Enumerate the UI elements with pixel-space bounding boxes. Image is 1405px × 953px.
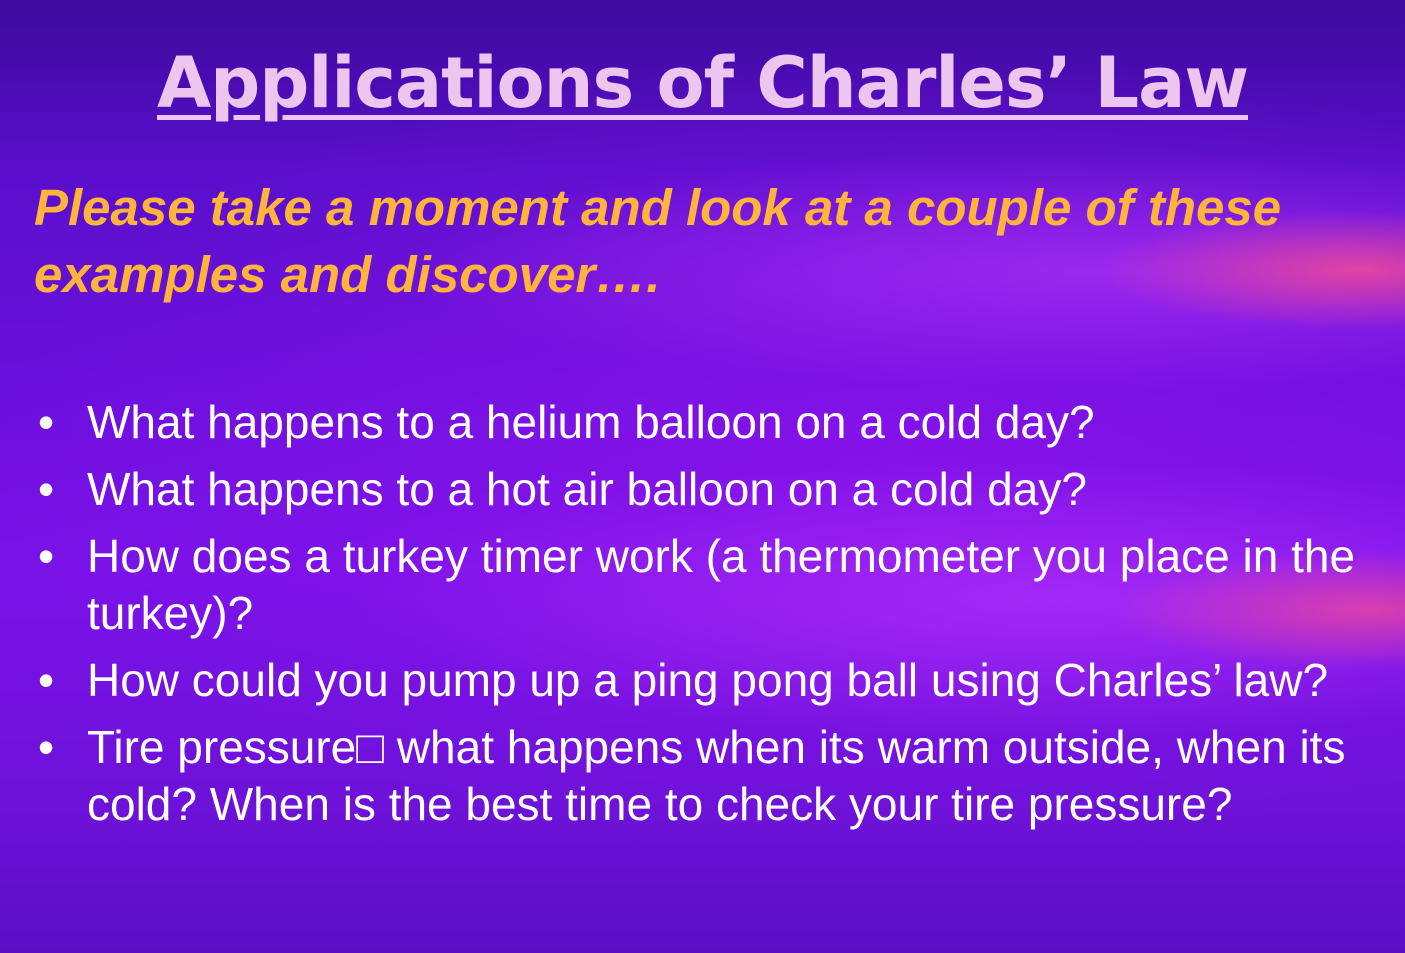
bullet-list: • What happens to a helium balloon on a … xyxy=(0,394,1405,843)
bullet-marker: • xyxy=(37,463,55,515)
bullet-item-tire-pressure: • Tire pressure□ what happens when its w… xyxy=(0,719,1405,833)
bullet-text: How does a turkey timer work (a thermome… xyxy=(87,530,1356,639)
bullet-text: What happens to a helium balloon on a co… xyxy=(87,396,1095,448)
bullet-item-ping-pong-ball: • How could you pump up a ping pong ball… xyxy=(0,652,1405,709)
bullet-item-turkey-timer: • How does a turkey timer work (a thermo… xyxy=(0,528,1405,642)
slide-subtitle: Please take a moment and look at a coupl… xyxy=(34,179,1282,303)
bullet-marker: • xyxy=(37,396,55,448)
bullet-marker: • xyxy=(37,721,55,773)
slide-title: Applications of Charles’ Law xyxy=(0,38,1405,128)
bullet-item-helium-balloon: • What happens to a helium balloon on a … xyxy=(0,394,1405,451)
bullet-marker: • xyxy=(37,530,55,582)
bullet-marker: • xyxy=(37,654,55,706)
bullet-text: How could you pump up a ping pong ball u… xyxy=(87,654,1329,706)
slide-title-text: Applications of Charles’ Law xyxy=(156,42,1249,124)
bullet-item-hot-air-balloon: • What happens to a hot air balloon on a… xyxy=(0,461,1405,518)
bullet-text: Tire pressure□ what happens when its war… xyxy=(87,721,1346,830)
bullet-text: What happens to a hot air balloon on a c… xyxy=(87,463,1087,515)
